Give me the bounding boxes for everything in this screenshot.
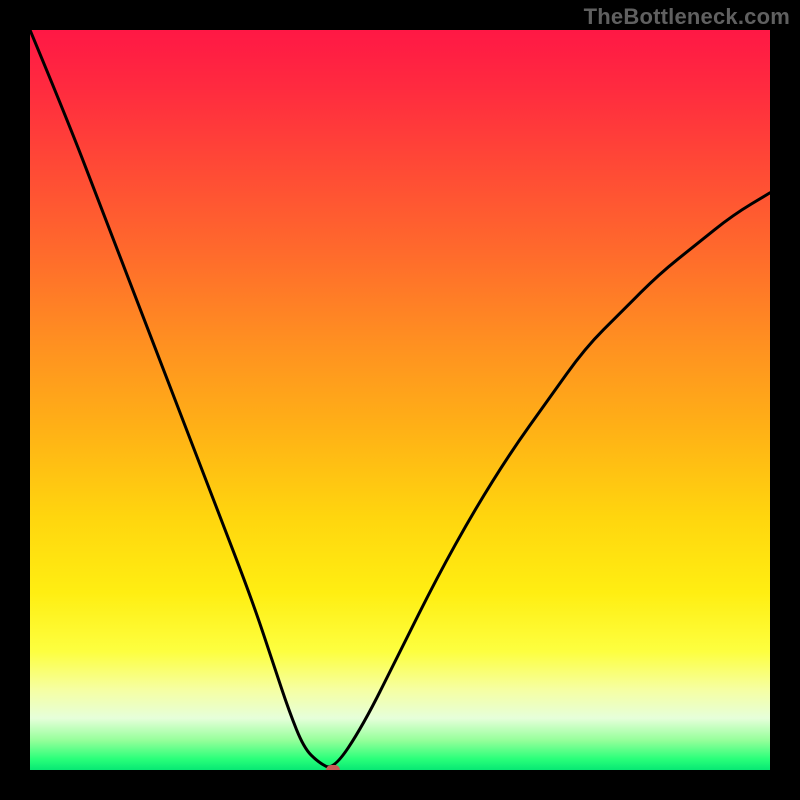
optimal-point-marker — [326, 765, 340, 770]
bottleneck-curve — [30, 30, 770, 770]
plot-area — [30, 30, 770, 770]
watermark-text: TheBottleneck.com — [584, 4, 790, 30]
chart-frame: TheBottleneck.com — [0, 0, 800, 800]
